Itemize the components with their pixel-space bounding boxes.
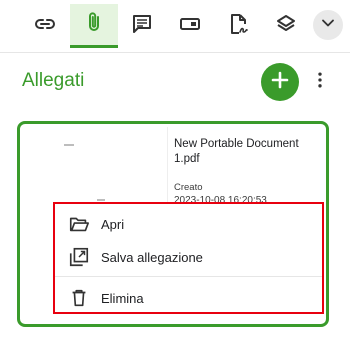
save-copy-icon: [67, 245, 91, 269]
folder-open-icon: [67, 212, 91, 236]
more-vertical-icon: [310, 70, 330, 95]
menu-item-save-attachment[interactable]: Salva allegazione: [55, 242, 322, 272]
attachment-filename: New Portable Document 1.pdf: [174, 138, 299, 165]
comment-icon: [130, 12, 154, 41]
trash-icon: [67, 286, 91, 310]
link-icon: [33, 12, 57, 41]
expand-toolbar-button[interactable]: [313, 10, 343, 40]
layers-tool-button[interactable]: [262, 4, 310, 48]
menu-item-label: Apri: [101, 216, 125, 232]
created-label: Creato: [174, 182, 203, 193]
form-field-icon: [178, 12, 202, 41]
paperclip-icon: [82, 10, 106, 39]
link-tool-button[interactable]: [21, 4, 69, 48]
more-options-button[interactable]: [309, 70, 331, 94]
thumbnail-text-mark: [97, 199, 105, 201]
menu-item-delete[interactable]: Elimina: [55, 283, 322, 313]
layers-icon: [274, 12, 298, 41]
panel-title: Allegati: [22, 70, 85, 91]
plus-icon: [268, 68, 292, 97]
thumbnail-text-mark: [64, 144, 74, 146]
signature-document-icon: [226, 12, 250, 41]
menu-item-label: Elimina: [101, 290, 144, 306]
menu-item-open[interactable]: Apri: [55, 209, 322, 239]
toolbar: [0, 0, 350, 52]
form-field-tool-button[interactable]: [166, 4, 214, 48]
chevron-down-icon: [318, 13, 338, 38]
signature-tool-button[interactable]: [214, 4, 262, 48]
attachment-context-menu: Apri Salva allegazione Elimina: [53, 202, 324, 314]
menu-divider: [55, 276, 322, 277]
menu-item-label: Salva allegazione: [101, 249, 203, 265]
add-attachment-button[interactable]: [261, 63, 299, 101]
attachments-tool-button[interactable]: [70, 4, 118, 48]
toolbar-divider: [0, 52, 350, 53]
comments-tool-button[interactable]: [118, 4, 166, 48]
